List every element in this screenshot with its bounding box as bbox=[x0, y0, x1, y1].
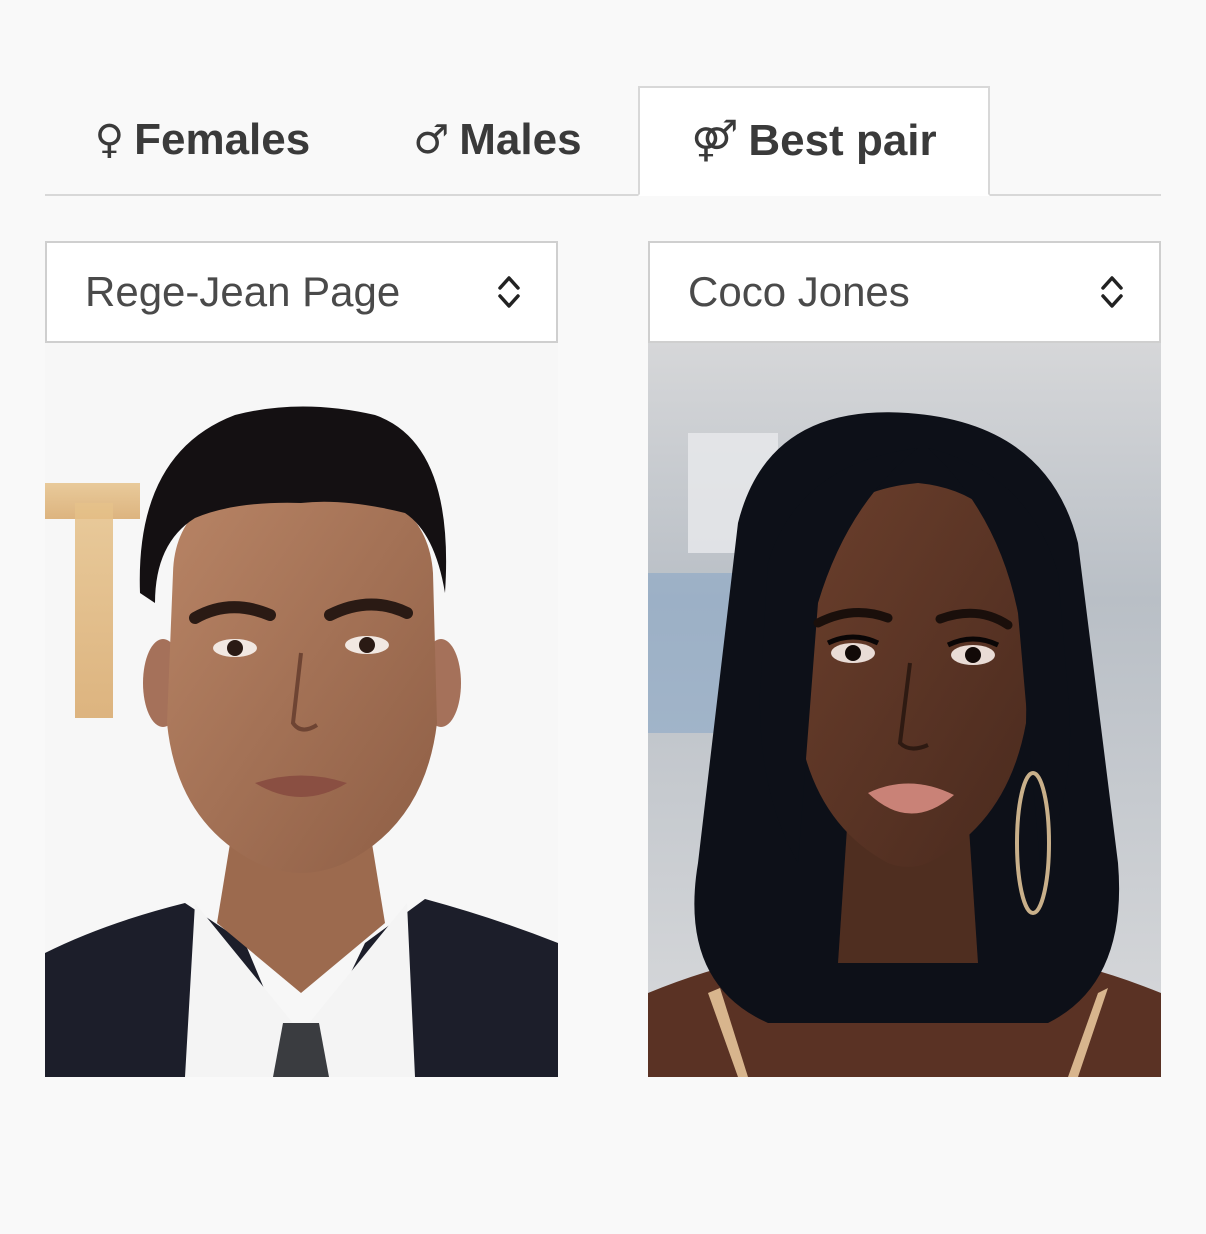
tab-best-pair[interactable]: ⚤ Best pair bbox=[638, 86, 990, 196]
female-portrait-image bbox=[648, 343, 1161, 1077]
tab-females-label: Females bbox=[134, 115, 311, 164]
female-celebrity-photo bbox=[648, 343, 1161, 1077]
tab-males[interactable]: ♂ Males bbox=[405, 86, 590, 194]
gender-tabbar: ♀ Females ♂ Males ⚤ Best pair bbox=[45, 86, 1161, 196]
female-celebrity-select[interactable]: Coco Jones bbox=[648, 241, 1161, 343]
female-celebrity-select-value: Coco Jones bbox=[688, 268, 910, 315]
chevron-up-down-icon bbox=[498, 276, 520, 308]
male-portrait-image bbox=[45, 343, 558, 1077]
tab-males-label: Males bbox=[459, 115, 582, 164]
male-symbol-icon: ♂ bbox=[413, 117, 450, 163]
pair-symbol-icon: ⚤ bbox=[691, 118, 739, 164]
female-symbol-icon: ♀ bbox=[94, 117, 125, 163]
male-celebrity-photo bbox=[45, 343, 558, 1077]
male-celebrity-select[interactable]: Rege-Jean Page bbox=[45, 241, 558, 343]
male-celebrity-select-value: Rege-Jean Page bbox=[85, 268, 401, 315]
chevron-up-down-icon bbox=[1101, 276, 1123, 308]
tab-females[interactable]: ♀ Females bbox=[85, 86, 320, 194]
tabbar-divider bbox=[45, 194, 1161, 196]
tab-best-pair-label: Best pair bbox=[748, 116, 937, 165]
